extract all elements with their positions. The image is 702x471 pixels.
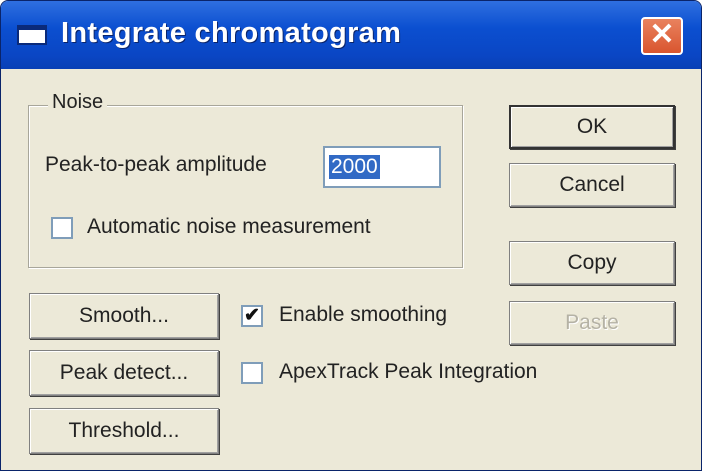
- amplitude-input[interactable]: 2000: [323, 146, 441, 188]
- enable-smoothing-checkbox[interactable]: ✔: [241, 305, 263, 327]
- ok-button[interactable]: OK: [509, 105, 675, 149]
- apextrack-label: ApexTrack Peak Integration: [279, 360, 538, 383]
- amplitude-label: Peak-to-peak amplitude: [45, 153, 267, 176]
- integrate-chromatogram-dialog: Integrate chromatogram ✕ Noise Peak-to-p…: [0, 0, 702, 471]
- threshold-button[interactable]: Threshold...: [29, 408, 219, 454]
- title-bar[interactable]: Integrate chromatogram ✕: [1, 1, 701, 69]
- enable-smoothing-label: Enable smoothing: [279, 303, 448, 326]
- auto-noise-label: Automatic noise measurement: [87, 215, 371, 238]
- smooth-button[interactable]: Smooth...: [29, 293, 219, 339]
- amplitude-value: 2000: [329, 155, 380, 179]
- close-button[interactable]: ✕: [641, 17, 683, 55]
- peak-detect-button[interactable]: Peak detect...: [29, 350, 219, 396]
- window-icon: [17, 25, 47, 45]
- apextrack-checkbox[interactable]: [241, 362, 263, 384]
- noise-group-label: Noise: [48, 91, 108, 114]
- copy-button[interactable]: Copy: [509, 241, 675, 285]
- paste-button[interactable]: Paste: [509, 301, 675, 345]
- window-title: Integrate chromatogram: [61, 17, 402, 49]
- auto-noise-checkbox[interactable]: [51, 217, 73, 239]
- cancel-button[interactable]: Cancel: [509, 163, 675, 207]
